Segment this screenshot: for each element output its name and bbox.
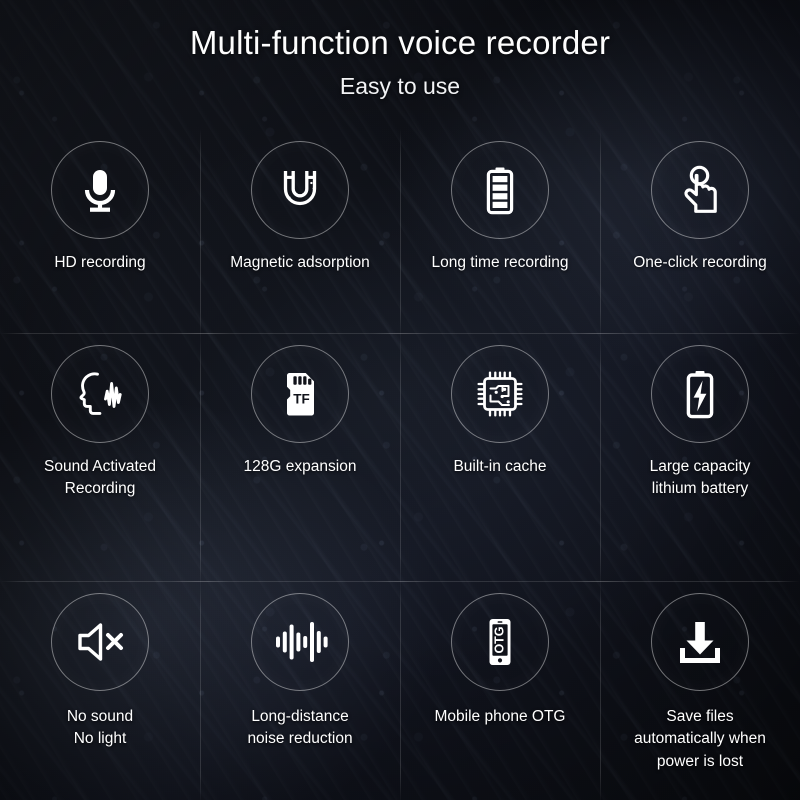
- feature-label: Mobile phone OTG: [434, 708, 566, 725]
- chip-icon: [471, 365, 529, 423]
- feature-label: No sound No light: [66, 708, 134, 748]
- feature-item-auto-save-on-power-loss[interactable]: Save files automatically when power is l…: [570, 581, 800, 800]
- voice-profile-icon: [70, 366, 130, 422]
- icon-circle: [51, 345, 149, 443]
- waveform-icon: [270, 614, 330, 670]
- page-subtitle: Easy to use: [339, 72, 461, 99]
- feature-label: One-click recording: [633, 254, 767, 271]
- feature-label: Magnetic adsorption: [230, 254, 370, 271]
- page-title: Multi-function voice recorder: [189, 24, 611, 61]
- feature-label: Long-distance noise reduction: [247, 708, 353, 748]
- battery-bolt-icon: [672, 366, 728, 422]
- feature-grid: HD recording Magnetic adsorption Long ti…: [0, 129, 800, 800]
- product-feature-infographic: Multi-function voice recorder Easy to us…: [0, 0, 800, 800]
- feature-item-128g-expansion[interactable]: TF 128G expansion: [170, 333, 430, 589]
- feature-item-mobile-phone-otg[interactable]: OTG Mobile phone OTG: [370, 581, 630, 800]
- feature-label: Long time recording: [431, 254, 569, 271]
- feature-item-long-time-recording[interactable]: Long time recording: [400, 129, 600, 341]
- phone-otg-label: OTG: [492, 626, 506, 653]
- icon-circle: OTG: [451, 593, 549, 691]
- icon-circle: [651, 593, 749, 691]
- feature-item-one-click-recording[interactable]: One-click recording: [600, 129, 800, 341]
- feature-item-built-in-cache[interactable]: Built-in cache: [370, 333, 630, 589]
- feature-item-magnetic-adsorption[interactable]: Magnetic adsorption: [200, 129, 400, 341]
- speaker-mute-icon: [71, 616, 129, 668]
- feature-item-noise-reduction[interactable]: Long-distance noise reduction: [170, 581, 430, 800]
- icon-circle: [451, 141, 549, 239]
- feature-label: 128G expansion: [243, 458, 357, 475]
- icon-circle: [651, 345, 749, 443]
- icon-circle: [651, 141, 749, 239]
- feature-label: Large capacity lithium battery: [649, 458, 751, 498]
- feature-item-sound-activated-recording[interactable]: Sound Activated Recording: [0, 333, 230, 585]
- tf-card-icon: TF: [272, 366, 328, 422]
- feature-item-no-sound-no-light[interactable]: No sound No light: [0, 581, 230, 800]
- feature-label: HD recording: [54, 254, 146, 271]
- tf-card-label: TF: [293, 392, 310, 407]
- icon-circle: [51, 593, 149, 691]
- icon-circle: [251, 593, 349, 691]
- icon-circle: TF: [251, 345, 349, 443]
- phone-otg-icon: OTG: [472, 614, 528, 670]
- battery-full-icon: [472, 162, 528, 218]
- icon-circle: [51, 141, 149, 239]
- feature-item-large-capacity-battery[interactable]: Large capacity lithium battery: [570, 333, 800, 589]
- feature-label: Built-in cache: [453, 458, 547, 475]
- magnet-icon: [272, 162, 328, 218]
- tap-hand-icon: [672, 162, 728, 218]
- header: Multi-function voice recorder Easy to us…: [0, 24, 800, 100]
- download-save-icon: [672, 616, 728, 668]
- icon-circle: [251, 141, 349, 239]
- icon-circle: [451, 345, 549, 443]
- feature-label: Sound Activated Recording: [43, 458, 157, 498]
- microphone-icon: [72, 162, 128, 218]
- feature-item-hd-recording[interactable]: HD recording: [0, 133, 200, 337]
- feature-label: Save files automatically when power is l…: [634, 708, 766, 770]
